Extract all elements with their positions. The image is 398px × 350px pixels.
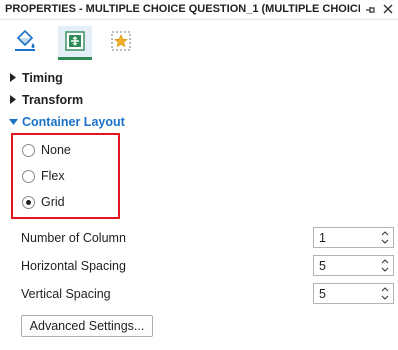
container-layout-icon <box>65 31 85 51</box>
prop-horizontal-spacing: Horizontal Spacing 5 <box>0 255 398 277</box>
prop-label: Number of Column <box>21 231 126 245</box>
paint-bucket-icon <box>15 29 35 51</box>
layout-radio-group: None Flex Grid <box>11 133 120 219</box>
advanced-settings-button[interactable]: Advanced Settings... <box>21 315 153 337</box>
prop-label: Vertical Spacing <box>21 287 111 301</box>
radio-flex-circle[interactable] <box>22 170 35 183</box>
radio-flex-label[interactable]: Flex <box>41 169 65 183</box>
section-transform[interactable]: Transform <box>0 90 398 110</box>
caret-right-icon <box>10 73 16 82</box>
vertical-spacing-stepper[interactable]: 5 <box>313 283 394 304</box>
tab-effects[interactable] <box>104 26 138 60</box>
radio-none[interactable]: None <box>13 141 118 161</box>
number-of-column-stepper[interactable]: 1 <box>313 227 394 248</box>
radio-flex[interactable]: Flex <box>13 167 118 187</box>
close-icon[interactable] <box>382 3 394 15</box>
spinner-arrows-icon[interactable] <box>380 285 390 302</box>
horizontal-spacing-stepper[interactable]: 5 <box>313 255 394 276</box>
section-timing[interactable]: Timing <box>0 68 398 88</box>
section-timing-label: Timing <box>22 71 63 85</box>
caret-right-icon <box>10 95 16 104</box>
panel-titlebar: PROPERTIES - MULTIPLE CHOICE QUESTION_1 … <box>0 0 398 20</box>
prop-number-of-column: Number of Column 1 <box>0 227 398 249</box>
prop-label: Horizontal Spacing <box>21 259 126 273</box>
section-container-layout[interactable]: Container Layout <box>0 112 398 132</box>
radio-grid[interactable]: Grid <box>13 193 118 213</box>
stepper-value[interactable]: 5 <box>319 259 326 273</box>
tab-style[interactable] <box>8 26 42 60</box>
tab-layout[interactable] <box>58 26 92 60</box>
section-transform-label: Transform <box>22 93 84 107</box>
radio-none-label[interactable]: None <box>41 143 71 157</box>
radio-grid-circle[interactable] <box>22 196 35 209</box>
caret-down-icon <box>9 119 18 125</box>
prop-vertical-spacing: Vertical Spacing 5 <box>0 283 398 305</box>
properties-toolbar <box>0 20 398 64</box>
radio-selected-dot <box>26 200 31 205</box>
radio-none-circle[interactable] <box>22 144 35 157</box>
spinner-arrows-icon[interactable] <box>380 229 390 246</box>
panel-title: PROPERTIES - MULTIPLE CHOICE QUESTION_1 … <box>5 3 360 15</box>
stepper-value[interactable]: 5 <box>319 287 326 301</box>
section-container-layout-label: Container Layout <box>22 115 125 129</box>
spinner-arrows-icon[interactable] <box>380 257 390 274</box>
radio-grid-label[interactable]: Grid <box>41 195 65 209</box>
stepper-value[interactable]: 1 <box>319 231 326 245</box>
pin-icon[interactable] <box>364 4 376 16</box>
star-frame-icon <box>111 31 131 51</box>
